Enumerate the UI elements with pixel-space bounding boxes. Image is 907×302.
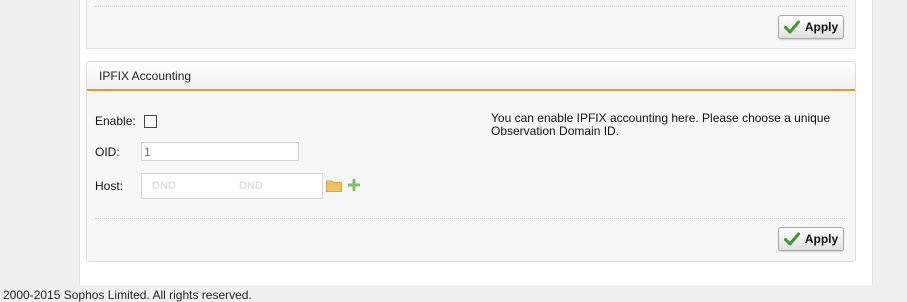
- section-divider: [95, 218, 847, 219]
- host-dropzone[interactable]: DND DND: [141, 173, 323, 199]
- folder-icon[interactable]: [326, 179, 342, 195]
- apply-button-label: Apply: [804, 232, 839, 246]
- previous-section: Apply: [86, 0, 856, 49]
- checkmark-icon: [783, 20, 800, 34]
- oid-input[interactable]: [141, 142, 299, 161]
- ipfix-accounting-panel: IPFIX Accounting Enable: OID: Host: DND …: [86, 61, 856, 262]
- host-dnd-placeholder: DND: [239, 180, 263, 192]
- main-content: Apply IPFIX Accounting Enable: OID: Host…: [79, 0, 873, 285]
- host-label: Host:: [95, 179, 124, 193]
- copyright-footer: 2000-2015 Sophos Limited. All rights res…: [3, 288, 252, 302]
- help-text: You can enable IPFIX accounting here. Pl…: [491, 111, 831, 138]
- panel-title: IPFIX Accounting: [99, 69, 192, 83]
- panel-header: IPFIX Accounting: [87, 62, 855, 91]
- apply-button-top[interactable]: Apply: [778, 15, 844, 39]
- host-dnd-placeholder: DND: [152, 180, 176, 192]
- apply-button[interactable]: Apply: [778, 227, 844, 251]
- enable-checkbox[interactable]: [144, 115, 157, 128]
- apply-button-label: Apply: [804, 20, 839, 34]
- plus-icon[interactable]: [347, 178, 361, 194]
- section-divider: [95, 6, 847, 7]
- oid-label: OID:: [95, 145, 120, 159]
- enable-label: Enable:: [95, 114, 136, 128]
- checkmark-icon: [783, 232, 800, 246]
